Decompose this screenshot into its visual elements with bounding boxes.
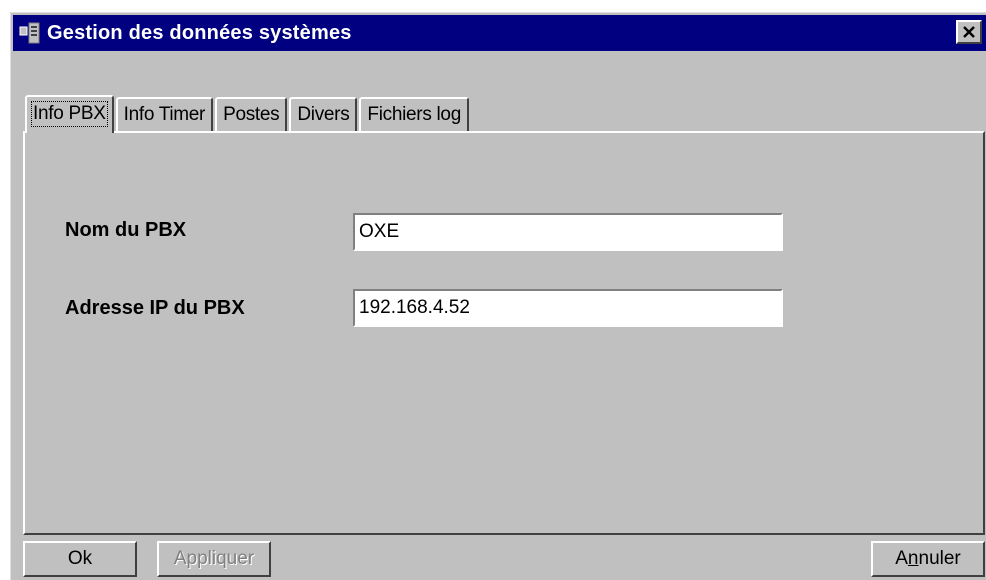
tab-info-timer[interactable]: Info Timer — [115, 97, 214, 131]
tab-info-pbx[interactable]: Info PBX — [25, 95, 114, 133]
pbx-name-label: Nom du PBX — [65, 219, 187, 241]
pbx-ip-label: Adresse IP du PBX — [65, 297, 245, 319]
close-button[interactable] — [956, 20, 982, 44]
tab-label: Divers — [297, 104, 350, 125]
app-window-icon — [17, 20, 43, 46]
tab-panel-info-pbx: Nom du PBX Adresse IP du PBX — [23, 131, 985, 535]
ok-button-label: Ok — [67, 548, 93, 569]
tab-fichiers-log[interactable]: Fichiers log — [359, 97, 469, 131]
pbx-ip-input[interactable] — [353, 289, 783, 327]
tab-divers[interactable]: Divers — [289, 97, 358, 131]
window-title: Gestion des données systèmes — [47, 21, 352, 44]
title-bar[interactable]: Gestion des données systèmes — [13, 15, 986, 51]
dialog-window: Gestion des données systèmes Info PBX In… — [10, 12, 986, 580]
close-icon — [963, 26, 975, 38]
tab-postes[interactable]: Postes — [215, 97, 288, 131]
cancel-button[interactable]: Annuler — [871, 541, 985, 577]
tab-label: Postes — [223, 104, 280, 125]
tab-label: Info Timer — [123, 104, 206, 125]
cancel-button-label: Annuler — [895, 548, 961, 569]
pbx-name-input[interactable] — [353, 213, 783, 251]
ok-button[interactable]: Ok — [23, 541, 137, 577]
tab-label: Info PBX — [31, 101, 108, 127]
tab-label: Fichiers log — [367, 104, 461, 125]
tab-bar: Info PBX Info Timer Postes Divers Fichie… — [25, 91, 471, 133]
apply-button[interactable]: Appliquer — [157, 541, 271, 577]
apply-button-label: Appliquer — [173, 548, 255, 569]
